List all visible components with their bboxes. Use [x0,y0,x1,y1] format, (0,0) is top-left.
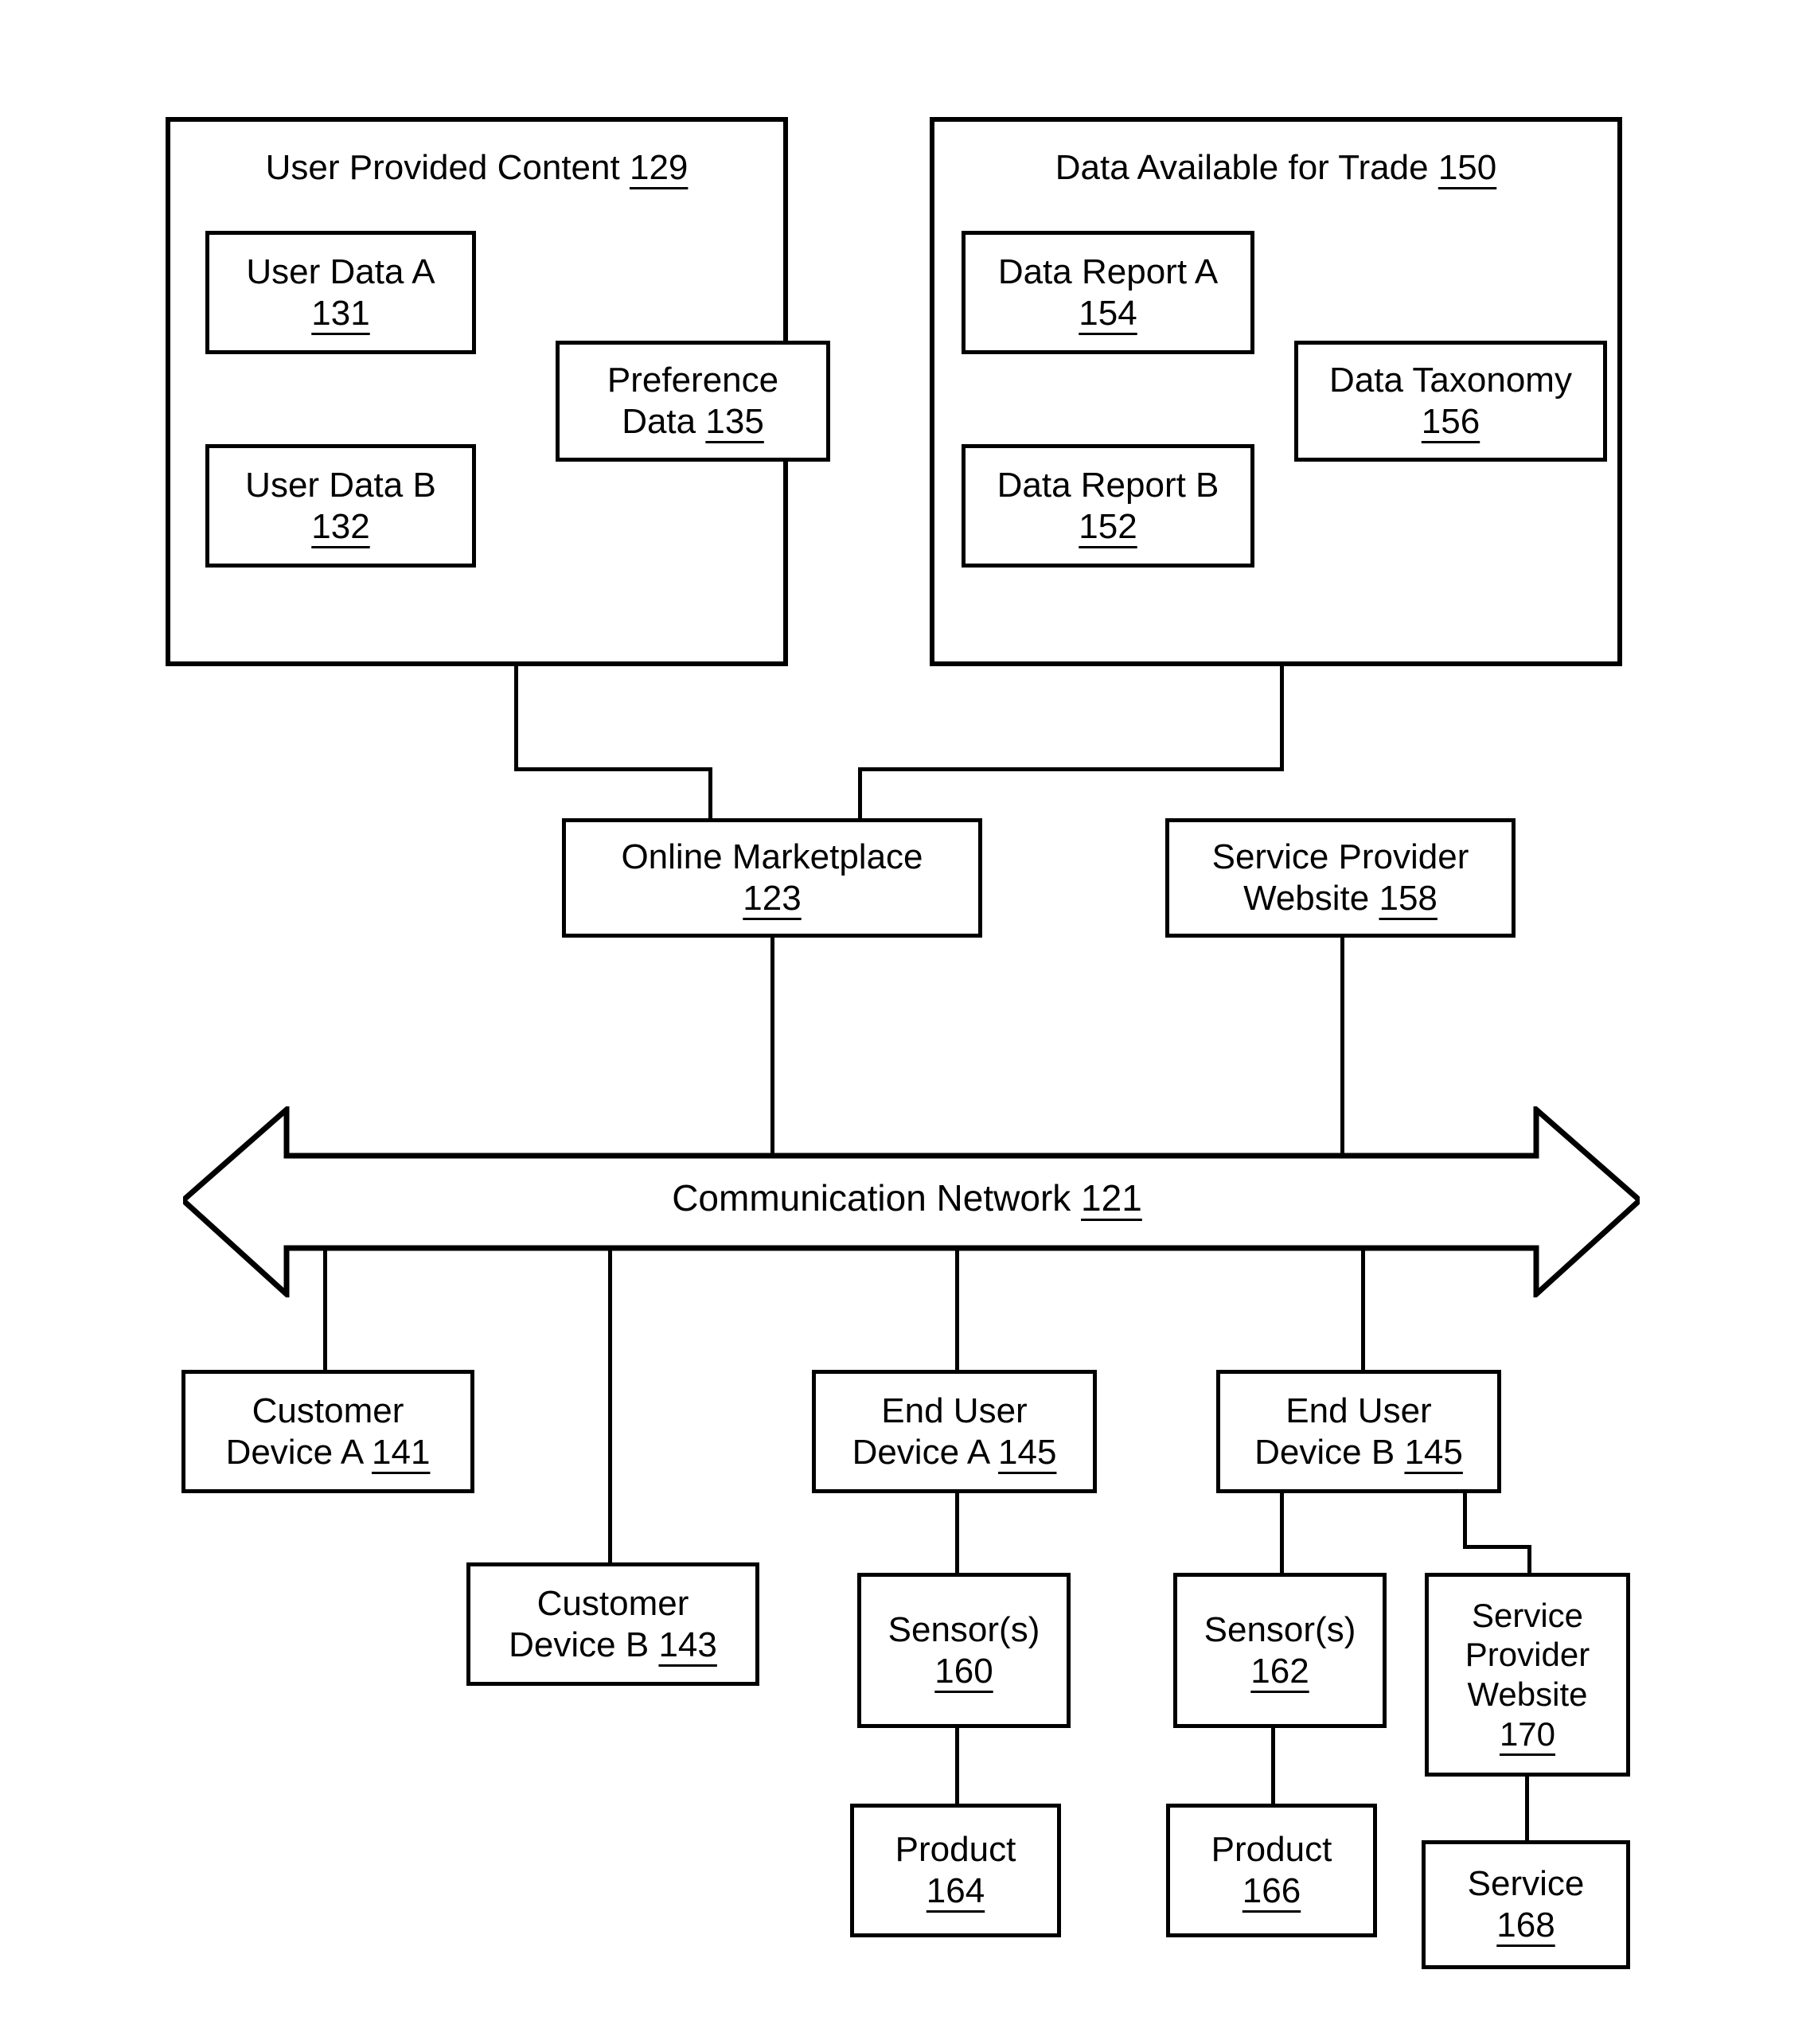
box-service-168: Service 168 [1422,1840,1630,1969]
box-data-report-a-ref: 154 [1079,293,1137,333]
container-user-provided-content-ref: 129 [629,148,689,187]
connector-dat-to-marketplace [858,767,862,820]
box-end-user-device-b-ref: 145 [1404,1432,1463,1472]
box-sensors-162-ref: 162 [1250,1651,1309,1691]
box-spw170-label-1: Service [1471,1596,1584,1634]
box-end-user-device-b: End User Device B 145 [1216,1370,1501,1493]
box-product-164: Product 164 [850,1804,1061,1937]
connector-eud-b-to-spw170-down2 [1527,1545,1531,1574]
box-data-taxonomy: Data Taxonomy 156 [1294,341,1607,462]
box-product-164-label: Product [895,1830,1016,1870]
connector-sensors-162-to-product-166 [1271,1728,1275,1804]
connector-eud-b-to-spw170-down1 [1463,1493,1467,1549]
box-service-168-label: Service [1467,1864,1585,1904]
box-data-taxonomy-label: Data Taxonomy [1329,361,1572,400]
box-data-taxonomy-ref: 156 [1421,402,1480,441]
box-data-report-a: Data Report A 154 [962,231,1254,354]
connector-eud-b-to-spw170-across [1463,1545,1531,1549]
box-sensors-162: Sensor(s) 162 [1173,1573,1387,1728]
connector-dat-down [1280,666,1284,771]
box-preference-data-label-2: Data 135 [622,401,764,443]
box-end-user-device-a-label-2-text: Device A [852,1432,989,1472]
box-spw170-ref: 170 [1499,1714,1556,1753]
box-spw170-label-2: Provider [1465,1636,1590,1674]
connector-upc-to-marketplace [708,767,712,820]
connector-spw170-to-service-168 [1525,1777,1529,1840]
box-preference-data: Preference Data 135 [556,341,830,462]
connector-sensors-160-to-product-164 [955,1728,959,1804]
box-product-166-ref: 166 [1242,1871,1301,1910]
box-product-166: Product 166 [1166,1804,1377,1937]
box-preference-data-label-2-text: Data [622,402,696,441]
box-sensors-160-ref: 160 [934,1651,993,1691]
container-data-available-for-trade-title-text: Data Available for Trade [1055,148,1429,187]
box-end-user-device-a-ref: 145 [998,1432,1057,1472]
container-data-available-for-trade-ref: 150 [1438,148,1497,187]
box-end-user-device-b-label-2: Device B 145 [1254,1432,1463,1473]
box-user-data-a: User Data A 131 [205,231,476,354]
container-data-available-for-trade-title: Data Available for Trade 150 [1055,147,1496,189]
container-user-provided-content-title: User Provided Content 129 [266,147,689,189]
communication-network-arrow [183,1106,1640,1297]
box-end-user-device-b-label-1: End User [1285,1391,1432,1430]
box-data-report-b: Data Report B 152 [962,444,1254,568]
box-customer-device-a-ref: 141 [372,1432,431,1472]
box-user-data-a-label: User Data A [246,252,435,291]
box-user-data-b-label: User Data B [245,465,436,505]
box-spw170-label-3: Website [1467,1675,1588,1713]
box-product-164-ref: 164 [926,1871,985,1910]
container-user-provided-content-title-text: User Provided Content [265,148,620,187]
box-online-marketplace-label: Online Marketplace [621,837,923,877]
box-customer-device-a-label-2: Device A 141 [226,1432,431,1473]
box-customer-device-a: Customer Device A 141 [181,1370,474,1493]
box-customer-device-b-label-1: Customer [536,1583,689,1623]
box-online-marketplace-ref: 123 [743,879,802,918]
box-end-user-device-a-label-2: Device A 145 [852,1432,1057,1473]
box-user-data-b: User Data B 132 [205,444,476,568]
box-customer-device-b: Customer Device B 143 [466,1562,759,1686]
patent-figure: User Provided Content 129 User Data A 13… [0,0,1814,2044]
box-data-report-b-label: Data Report B [997,465,1219,505]
box-customer-device-a-label-2-text: Device A [225,1432,362,1472]
box-user-data-b-ref: 132 [311,506,370,546]
box-online-marketplace: Online Marketplace 123 [562,818,982,938]
connector-eud-a-to-sensors-160 [955,1493,959,1573]
box-customer-device-b-ref: 143 [658,1625,717,1664]
box-customer-device-a-label-1: Customer [252,1391,404,1430]
box-service-provider-website-158-label-2-text: Website [1243,879,1370,918]
box-sensors-162-label: Sensor(s) [1203,1609,1356,1649]
box-user-data-a-ref: 131 [311,293,370,333]
box-service-provider-website-158-label-2: Website 158 [1243,878,1438,919]
box-service-provider-website-158: Service Provider Website 158 [1165,818,1516,938]
box-customer-device-b-label-2-text: Device B [509,1625,650,1664]
box-preference-data-label-1: Preference [607,361,779,400]
connector-dat-across [858,767,1284,771]
box-preference-data-ref: 135 [705,402,764,441]
box-end-user-device-b-label-2-text: Device B [1254,1432,1395,1472]
box-service-provider-website-158-label-1: Service Provider [1211,837,1469,877]
connector-eud-b-to-sensors-162 [1280,1493,1284,1573]
box-service-provider-website-158-ref: 158 [1379,879,1438,918]
connector-upc-down [514,666,518,771]
box-data-report-a-label: Data Report A [997,252,1219,291]
box-product-166-label: Product [1211,1830,1332,1870]
box-sensors-160: Sensor(s) 160 [857,1573,1071,1728]
box-service-provider-website-170: Service Provider Website 170 [1425,1573,1630,1777]
box-end-user-device-a: End User Device A 145 [812,1370,1097,1493]
box-end-user-device-a-label-1: End User [881,1391,1028,1430]
box-service-168-ref: 168 [1496,1906,1555,1945]
connector-upc-across [514,767,712,771]
box-customer-device-b-label-2: Device B 143 [509,1625,717,1666]
box-data-report-b-ref: 152 [1079,506,1137,546]
box-sensors-160-label: Sensor(s) [887,1609,1040,1649]
